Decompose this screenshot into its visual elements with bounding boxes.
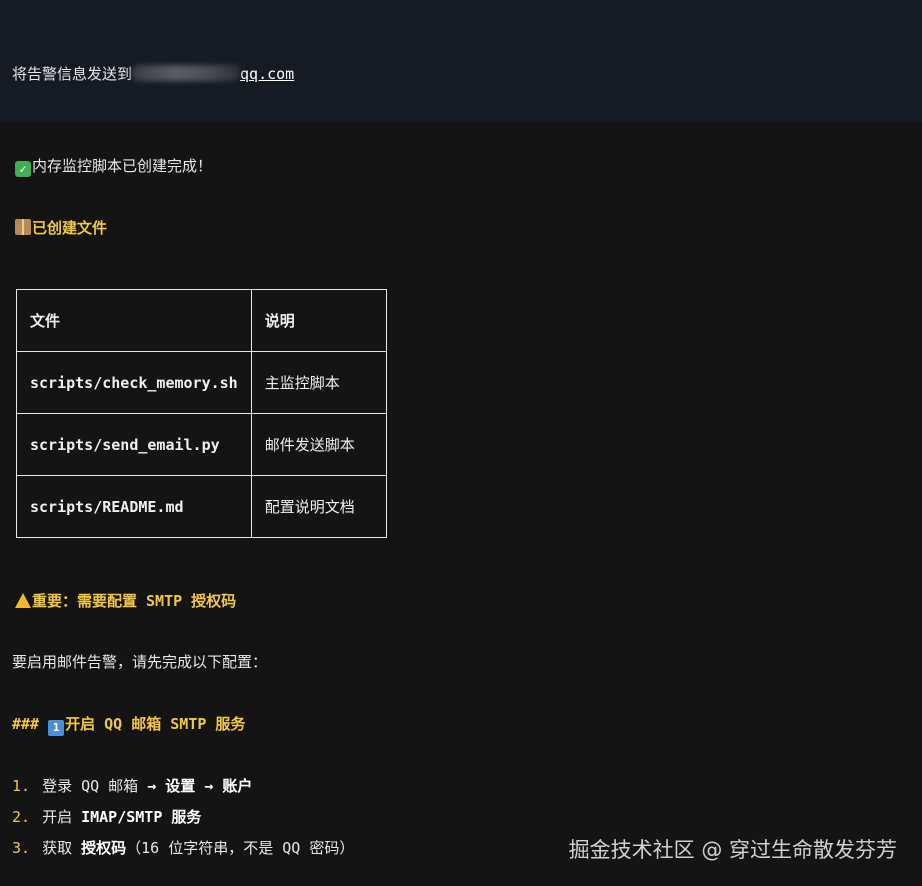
recipient-email-link[interactable]: qq.com [132,65,294,83]
list-number: 3. [12,839,31,857]
notification-banner: 将告警信息发送到 qq.com [0,0,922,122]
list-text: 开启 [42,808,82,826]
warning-icon [15,593,31,608]
list-item: 3. 获取 授权码（16 位字符串，不是 QQ 密码） [12,837,354,858]
created-files-heading: 已创建文件 [15,217,107,238]
created-files-heading-text: 已创建文件 [32,219,108,237]
list-text: 获取 [42,839,82,857]
status-line: ✓ 内存监控脚本已创建完成！ [15,155,212,177]
email-suffix: qq.com [240,65,295,83]
package-icon [15,219,31,235]
file-path-cell: scripts/check_memory.sh [16,351,252,414]
column-header-file: 文件 [16,289,252,352]
important-heading-text: 重要：需要配置 SMTP 授权码 [32,592,237,610]
markdown-hashes: ### [12,715,40,733]
table-header-row: 文件 说明 [16,289,387,352]
list-number: 1. [12,777,31,795]
table-row: scripts/check_memory.sh 主监控脚本 [16,351,387,414]
file-path-cell: scripts/send_email.py [16,413,252,476]
table-row: scripts/README.md 配置说明文档 [16,475,387,538]
watermark: 掘金技术社区 @ 穿过生命散发芬芳 [568,838,897,862]
file-description-cell: 配置说明文档 [250,475,387,538]
step1-heading-text: 开启 QQ 邮箱 SMTP 服务 [65,715,246,733]
send-alert-prefix: 将告警信息发送到 [12,65,133,83]
keycap-one-icon: 1 [48,720,65,736]
list-number: 2. [12,808,31,826]
file-description-cell: 主监控脚本 [250,351,387,414]
send-alert-line: 将告警信息发送到 qq.com [12,63,294,84]
settings-text: 设置 [165,777,196,795]
important-heading: 重要：需要配置 SMTP 授权码 [15,590,236,611]
file-description-cell: 邮件发送脚本 [250,413,387,476]
arrow-text: → [147,777,166,795]
account-text: 账户 [222,777,253,795]
file-path-cell: scripts/README.md [16,475,252,538]
redacted-email-blur [132,65,241,81]
check-mark-icon: ✓ [15,161,31,177]
list-text: 登录 QQ 邮箱 [42,777,148,795]
auth-code-note: （16 位字符串，不是 QQ 密码） [126,839,355,857]
arrow-text: → [195,777,223,795]
created-files-table: 文件 说明 scripts/check_memory.sh 主监控脚本 scri… [16,289,387,538]
important-intro: 要启用邮件告警，请先完成以下配置： [12,653,268,671]
status-text: 内存监控脚本已创建完成！ [32,157,213,175]
table-row: scripts/send_email.py 邮件发送脚本 [16,413,387,476]
column-header-description: 说明 [250,289,387,352]
step1-heading: ### 1 开启 QQ 邮箱 SMTP 服务 [12,713,245,736]
list-item: 1. 登录 QQ 邮箱 → 设置 → 账户 [12,775,252,796]
imap-smtp-text: IMAP/SMTP 服务 [81,808,202,826]
auth-code-text: 授权码 [81,839,127,857]
list-item: 2. 开启 IMAP/SMTP 服务 [12,806,201,827]
